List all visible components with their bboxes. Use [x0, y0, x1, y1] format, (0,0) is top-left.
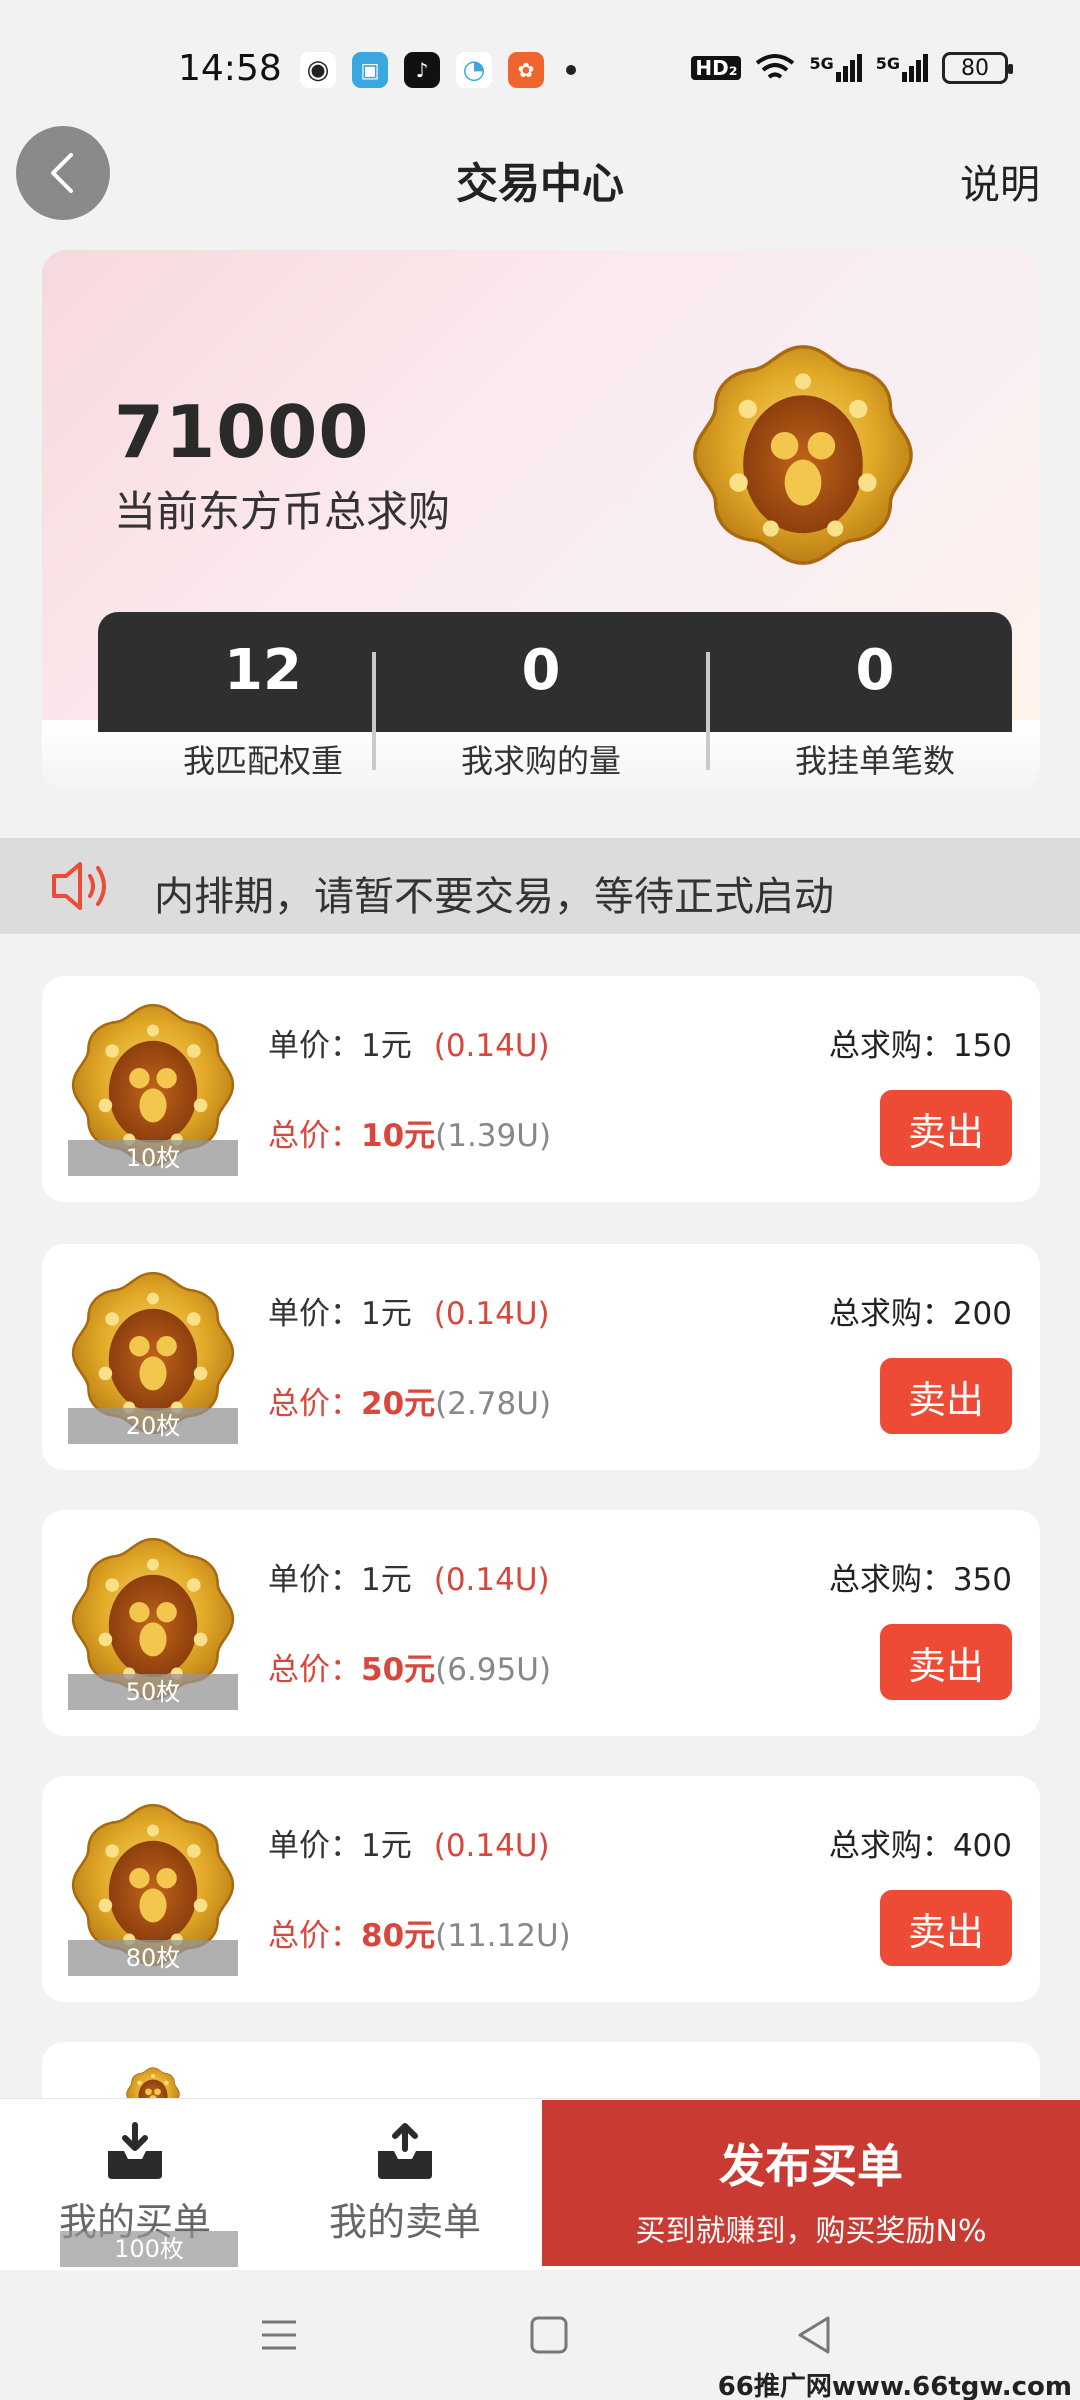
- status-time: 14:58: [178, 48, 282, 89]
- notice-text: 内排期，请暂不要交易，等待正式启动: [154, 874, 834, 920]
- listing-card: 20枚 单价：1元 (0.14U) 总价：20元(2.78U) 总求购：200 卖…: [42, 1244, 1040, 1470]
- signal-icon-2: 5G: [876, 54, 928, 82]
- unit-price-label: 单价：: [268, 1562, 361, 1598]
- total-price: 80元: [361, 1918, 436, 1954]
- wifi-icon: [756, 54, 795, 79]
- stat-label: 我挂单笔数: [794, 742, 955, 780]
- home-icon[interactable]: [524, 2310, 574, 2360]
- menu-icon[interactable]: [254, 2310, 304, 2360]
- total-price: 20元: [361, 1386, 436, 1422]
- unit-price-usdt: (0.14U): [433, 1296, 550, 1332]
- total-demand: 总求购：400: [828, 1828, 1012, 1864]
- more-notifications-icon: [566, 65, 576, 75]
- page-title: 交易中心: [455, 159, 624, 208]
- battery-icon: 80: [942, 52, 1013, 84]
- unit-price: 1元: [361, 1828, 412, 1864]
- quantity-tag: 100枚: [60, 2231, 238, 2267]
- watermark: 66推广网www.66tgw.com: [717, 2372, 1072, 2400]
- hd-icon: HD₂: [691, 56, 742, 80]
- wechat-icon: ◉: [300, 52, 336, 88]
- app-icon: ▣: [352, 52, 388, 88]
- listing-card: 10枚 单价：1元 (0.14U) 总价：10元(1.39U) 总求购：150 卖…: [42, 976, 1040, 1202]
- total-price-usdt: (11.12U): [435, 1918, 571, 1954]
- total-price-label: 总价：: [268, 1118, 361, 1154]
- unit-price: 1元: [361, 1562, 412, 1598]
- notice-bar: 内排期，请暂不要交易，等待正式启动: [0, 838, 1080, 934]
- total-demand: 总求购：200: [828, 1296, 1012, 1332]
- my-sell-orders-label: 我的卖单: [328, 2200, 481, 2244]
- publish-buy-order-button[interactable]: 发布买单 买到就赚到，购买奖励N%: [542, 2100, 1080, 2266]
- signal-icon-1: 5G: [809, 54, 862, 82]
- quantity-tag: 10枚: [68, 1140, 238, 1176]
- total-price-label: 总价：: [268, 1386, 361, 1422]
- sell-button[interactable]: 卖出: [880, 1890, 1012, 1966]
- back-nav-icon[interactable]: [790, 2310, 840, 2360]
- stat-my-demand: 0 我求购的量: [376, 612, 706, 780]
- listing-card: 50枚 单价：1元 (0.14U) 总价：50元(6.95U) 总求购：350 卖…: [42, 1510, 1040, 1736]
- browser-icon: ◔: [456, 52, 492, 88]
- total-demand-value: 71000: [114, 390, 370, 474]
- notification-icons: ◉ ▣ ♪ ◔ ✿: [300, 52, 576, 88]
- coin-icon: [688, 340, 918, 570]
- total-price-label: 总价：: [268, 1918, 361, 1954]
- stat-label: 我求购的量: [460, 742, 621, 780]
- status-bar: 14:58 ◉ ▣ ♪ ◔ ✿ HD₂ 5G 5G 80: [0, 0, 1080, 110]
- inbox-download-icon: [108, 2122, 162, 2179]
- stat-value: 0: [855, 638, 895, 703]
- total-demand: 总求购：350: [828, 1562, 1012, 1598]
- publish-subtitle: 买到就赚到，购买奖励N%: [635, 2214, 987, 2249]
- app-store-icon: ✿: [508, 52, 544, 88]
- sell-button[interactable]: 卖出: [880, 1358, 1012, 1434]
- total-price-usdt: (1.39U): [435, 1118, 552, 1154]
- total-price: 10元: [361, 1118, 436, 1154]
- my-buy-orders-tab[interactable]: 我的买单 100枚: [0, 2121, 270, 2267]
- total-price: 50元: [361, 1652, 436, 1688]
- unit-price-usdt: (0.14U): [433, 1028, 550, 1064]
- sell-button[interactable]: 卖出: [880, 1090, 1012, 1166]
- unit-price-label: 单价：: [268, 1296, 361, 1332]
- quantity-tag: 20枚: [68, 1408, 238, 1444]
- stat-my-orders: 0 我挂单笔数: [710, 612, 1040, 780]
- unit-price-usdt: (0.14U): [433, 1828, 550, 1864]
- total-demand: 总求购：150: [828, 1028, 1012, 1064]
- unit-price-label: 单价：: [268, 1028, 361, 1064]
- total-price-usdt: (2.78U): [435, 1386, 552, 1422]
- quantity-tag: 80枚: [68, 1940, 238, 1976]
- speaker-icon: [52, 862, 106, 910]
- unit-price-row: 单价：1元 (0.14U): [268, 1020, 550, 1065]
- help-link[interactable]: 说明: [960, 152, 1040, 210]
- listing-card: 80枚 单价：1元 (0.14U) 总价：80元(11.12U) 总求购：400 …: [42, 1776, 1040, 2002]
- total-price-row: 总价：10元(1.39U): [268, 1110, 551, 1155]
- unit-price-row: 单价：1元 (0.14U): [268, 1554, 550, 1599]
- tiktok-icon: ♪: [404, 52, 440, 88]
- my-sell-orders-tab[interactable]: 我的卖单: [270, 2121, 540, 2246]
- total-price-usdt: (6.95U): [435, 1652, 552, 1688]
- stat-value: 0: [521, 638, 561, 703]
- publish-title: 发布买单: [719, 2139, 903, 2193]
- battery-level: 80: [961, 55, 989, 81]
- summary-card: 71000 当前东方币总求购 12 我匹配权重 0 我求购的量 0 我挂单笔数: [42, 250, 1040, 790]
- unit-price-label: 单价：: [268, 1828, 361, 1864]
- status-right: HD₂ 5G 5G 80: [691, 52, 1013, 84]
- unit-price: 1元: [361, 1296, 412, 1332]
- unit-price-row: 单价：1元 (0.14U): [268, 1288, 550, 1333]
- total-price-row: 总价：20元(2.78U): [268, 1378, 551, 1423]
- total-price-row: 总价：50元(6.95U): [268, 1644, 551, 1689]
- total-demand-label: 当前东方币总求购: [114, 487, 451, 536]
- total-price-label: 总价：: [268, 1652, 361, 1688]
- unit-price-row: 单价：1元 (0.14U): [268, 1820, 550, 1865]
- inbox-upload-icon: [378, 2123, 432, 2179]
- unit-price: 1元: [361, 1028, 412, 1064]
- sell-button[interactable]: 卖出: [880, 1624, 1012, 1700]
- quantity-tag: 50枚: [68, 1674, 238, 1710]
- unit-price-usdt: (0.14U): [433, 1562, 550, 1598]
- total-price-row: 总价：80元(11.12U): [268, 1910, 571, 1955]
